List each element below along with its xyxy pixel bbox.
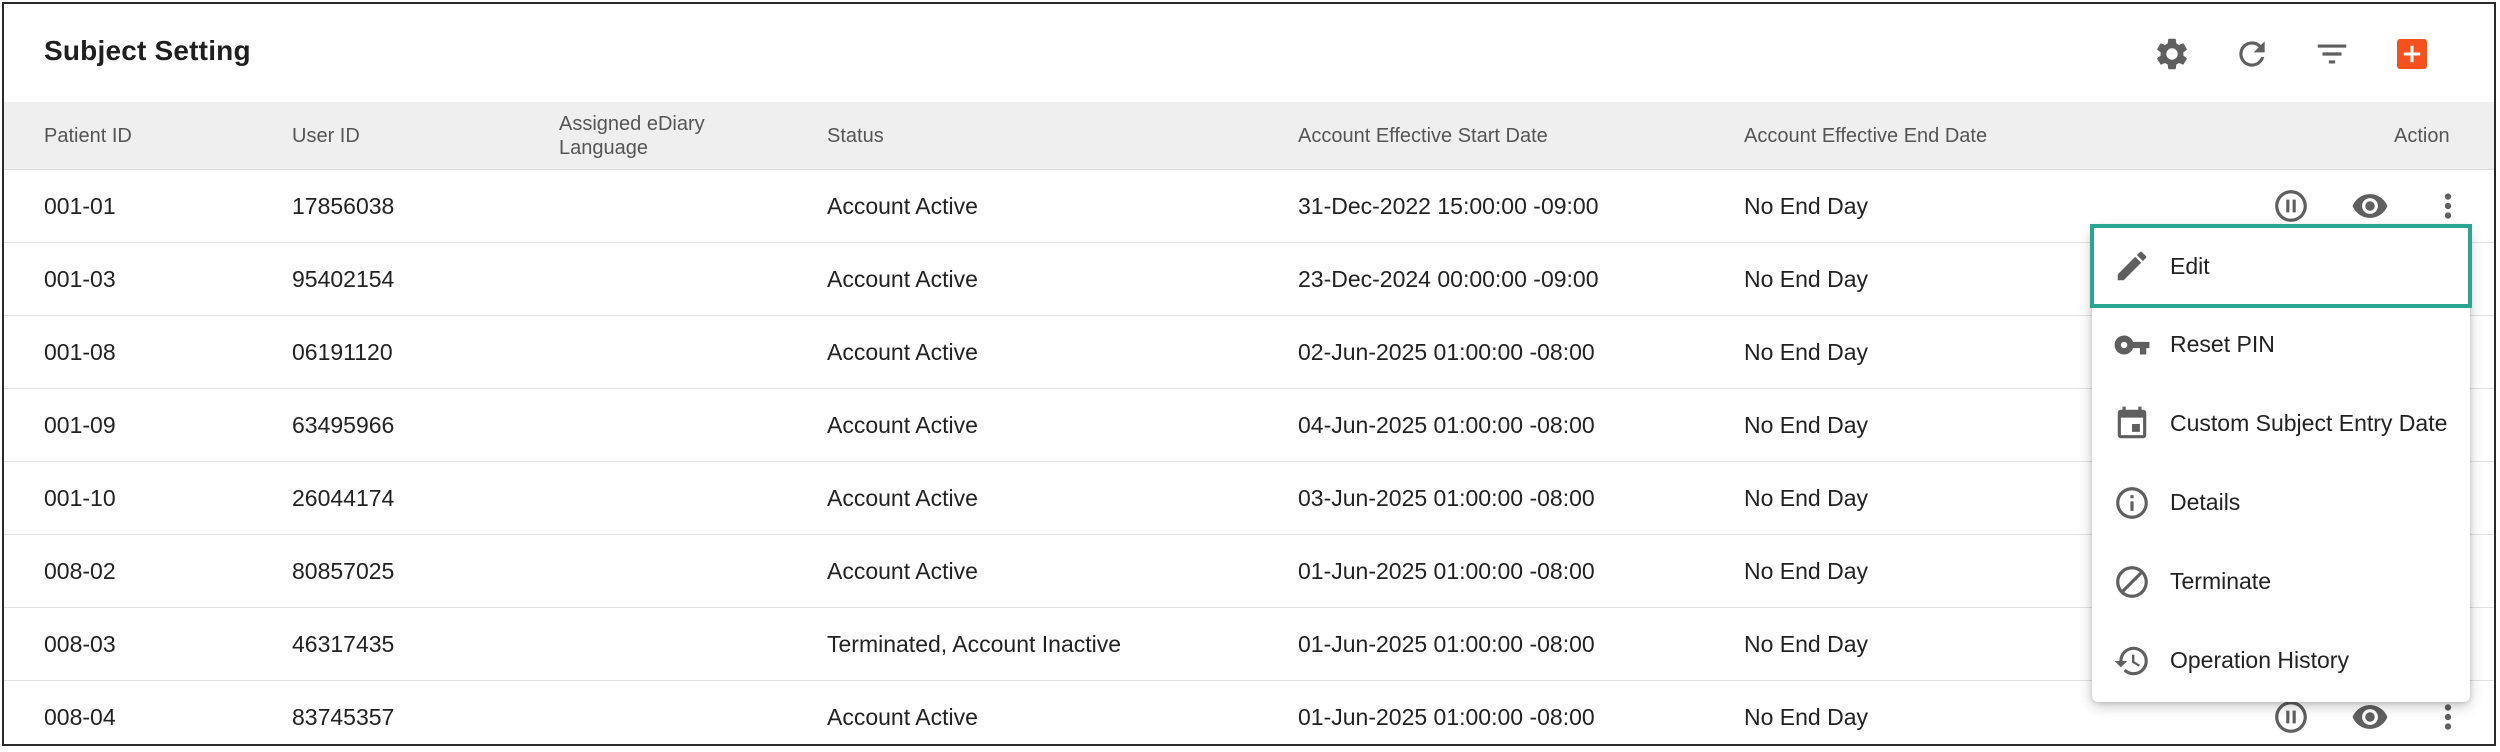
column-header-user-id[interactable]: User ID <box>292 102 360 170</box>
more-vertical-icon <box>2444 704 2452 730</box>
cell-start-date: 01-Jun-2025 01:00:00 -08:00 <box>1298 630 1595 657</box>
menu-item-label: Edit <box>2170 252 2210 279</box>
refresh-button[interactable] <box>2230 32 2274 76</box>
menu-item-label: Terminate <box>2170 568 2271 594</box>
cell-end-date: No End Day <box>1744 484 1869 511</box>
column-header-language[interactable]: Assigned eDiary Language <box>559 102 739 170</box>
cell-user-id: 95402154 <box>292 265 395 292</box>
view-button[interactable] <box>2348 184 2392 228</box>
cell-patient-id: 001-09 <box>44 411 116 438</box>
cell-patient-id: 001-10 <box>44 484 116 511</box>
add-box-icon <box>2397 39 2427 69</box>
action-menu: Edit Reset PIN Custom Subject Entry Date… <box>2090 224 2472 702</box>
cell-patient-id: 001-03 <box>44 265 116 292</box>
menu-item-details[interactable]: Details <box>2092 463 2470 542</box>
cell-user-id: 80857025 <box>292 557 395 584</box>
cell-end-date: No End Day <box>1744 338 1869 365</box>
menu-item-label: Custom Subject Entry Date <box>2170 410 2448 436</box>
cell-start-date: 04-Jun-2025 01:00:00 -08:00 <box>1298 411 1595 438</box>
menu-item-custom-subject-entry-date[interactable]: Custom Subject Entry Date <box>2092 384 2470 463</box>
panel-header: Subject Setting <box>4 4 2494 102</box>
eye-icon <box>2352 194 2388 218</box>
cell-user-id: 46317435 <box>292 630 395 657</box>
cell-status: Account Active <box>827 338 978 365</box>
column-header-start-date[interactable]: Account Effective Start Date <box>1298 102 1548 170</box>
add-button[interactable] <box>2390 32 2434 76</box>
more-actions-button[interactable] <box>2426 184 2470 228</box>
subject-setting-panel: Subject Setting Patient ID User ID Assig… <box>2 2 2496 746</box>
menu-item-operation-history[interactable]: Operation History <box>2092 621 2470 700</box>
column-header-status[interactable]: Status <box>827 102 884 170</box>
column-header-end-date[interactable]: Account Effective End Date <box>1744 102 1987 170</box>
cell-end-date: No End Day <box>1744 265 1869 292</box>
filter-button[interactable] <box>2310 32 2354 76</box>
more-vertical-icon <box>2444 193 2452 219</box>
history-icon <box>2112 641 2152 681</box>
filter-icon <box>2317 44 2347 64</box>
toolbar <box>4 32 2494 76</box>
cell-start-date: 23-Dec-2024 00:00:00 -09:00 <box>1298 265 1599 292</box>
column-header-patient-id[interactable]: Patient ID <box>44 102 132 170</box>
column-header-action: Action <box>2394 125 2450 147</box>
cell-end-date: No End Day <box>1744 557 1869 584</box>
menu-item-terminate[interactable]: Terminate <box>2092 542 2470 621</box>
cell-start-date: 01-Jun-2025 01:00:00 -08:00 <box>1298 557 1595 584</box>
eye-icon <box>2352 705 2388 729</box>
table-header: Patient ID User ID Assigned eDiary Langu… <box>4 102 2494 170</box>
settings-button[interactable] <box>2150 32 2194 76</box>
cell-start-date: 02-Jun-2025 01:00:00 -08:00 <box>1298 338 1595 365</box>
pause-button[interactable] <box>2269 184 2313 228</box>
cell-patient-id: 001-08 <box>44 338 116 365</box>
cell-end-date: No End Day <box>1744 630 1869 657</box>
cell-patient-id: 008-02 <box>44 557 116 584</box>
key-icon <box>2112 325 2152 365</box>
cell-end-date: No End Day <box>1744 411 1869 438</box>
pause-icon <box>2275 701 2307 733</box>
cell-status: Account Active <box>827 411 978 438</box>
refresh-icon <box>2239 41 2265 67</box>
gear-icon <box>2157 38 2187 70</box>
cell-status: Account Active <box>827 484 978 511</box>
block-icon <box>2112 562 2152 602</box>
pencil-icon <box>2112 246 2152 286</box>
menu-item-label: Details <box>2170 489 2241 515</box>
pause-icon <box>2275 190 2307 222</box>
cell-status: Terminated, Account Inactive <box>827 630 1122 657</box>
menu-item-label: Operation History <box>2170 647 2349 673</box>
cell-user-id: 06191120 <box>292 338 393 365</box>
menu-item-edit[interactable]: Edit <box>2090 224 2472 308</box>
info-icon <box>2112 483 2152 523</box>
cell-user-id: 26044174 <box>292 484 395 511</box>
cell-status: Account Active <box>827 557 978 584</box>
cell-user-id: 63495966 <box>292 411 395 438</box>
cell-patient-id: 008-03 <box>44 630 116 657</box>
calendar-icon <box>2112 404 2152 444</box>
menu-item-reset-pin[interactable]: Reset PIN <box>2092 305 2470 384</box>
menu-item-label: Reset PIN <box>2170 331 2275 357</box>
cell-status: Account Active <box>827 265 978 292</box>
cell-start-date: 03-Jun-2025 01:00:00 -08:00 <box>1298 484 1595 511</box>
